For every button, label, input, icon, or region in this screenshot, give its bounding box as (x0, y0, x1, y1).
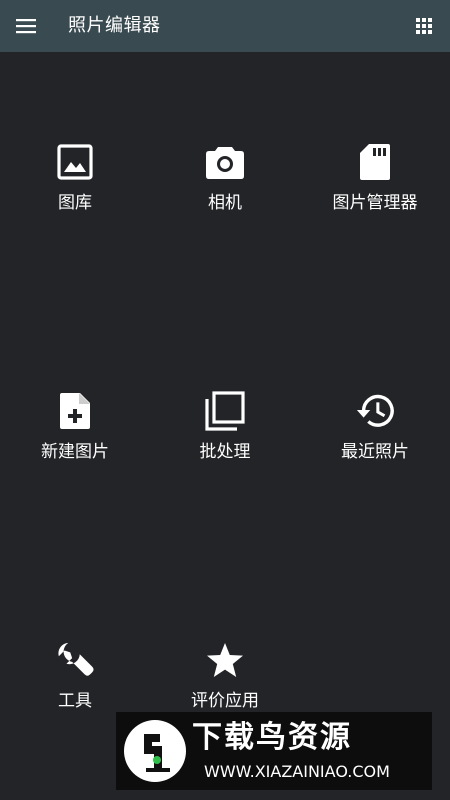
tile-batch-label: 批处理 (199, 442, 251, 462)
tile-rate-app-label: 评价应用 (191, 691, 259, 711)
tile-recent-photos[interactable]: 最近照片 (300, 391, 450, 501)
hamburger-menu-icon (16, 19, 36, 34)
tile-new-image[interactable]: 新建图片 (0, 391, 150, 501)
tile-recent-photos-label: 最近照片 (341, 442, 409, 462)
image-icon (55, 142, 95, 182)
tile-image-manager[interactable]: 图片管理器 (300, 142, 450, 252)
tile-camera[interactable]: 相机 (150, 142, 300, 252)
page-title: 照片编辑器 (68, 15, 161, 36)
grid-apps-icon (416, 18, 432, 34)
camera-icon (205, 142, 245, 182)
new-file-icon (55, 391, 95, 431)
tile-gallery[interactable]: 图库 (0, 142, 150, 252)
watermark-banner: 下载鸟资源 WWW.XIAZAINIAO.COM (116, 712, 432, 790)
app-root: 照片编辑器 图库 相机 图片管理器 新建图片 批处理 最近照片 工具 评价应用 … (0, 0, 450, 800)
sd-card-icon (355, 142, 395, 182)
tile-tools-label: 工具 (58, 691, 92, 711)
tile-gallery-label: 图库 (58, 193, 92, 213)
history-icon (355, 391, 395, 431)
tile-camera-label: 相机 (208, 193, 242, 213)
watermark-title: 下载鸟资源 (192, 720, 352, 755)
bird-logo-icon (124, 720, 186, 782)
tile-new-image-label: 新建图片 (41, 442, 109, 462)
star-icon (205, 640, 245, 680)
batch-copy-icon (205, 391, 245, 431)
tile-image-manager-label: 图片管理器 (332, 193, 418, 213)
watermark-url: WWW.XIAZAINIAO.COM (204, 762, 390, 781)
menu-button[interactable] (14, 14, 38, 38)
wrench-icon (55, 640, 95, 680)
tile-batch[interactable]: 批处理 (150, 391, 300, 501)
app-bar: 照片编辑器 (0, 0, 450, 52)
apps-grid-button[interactable] (412, 14, 436, 38)
